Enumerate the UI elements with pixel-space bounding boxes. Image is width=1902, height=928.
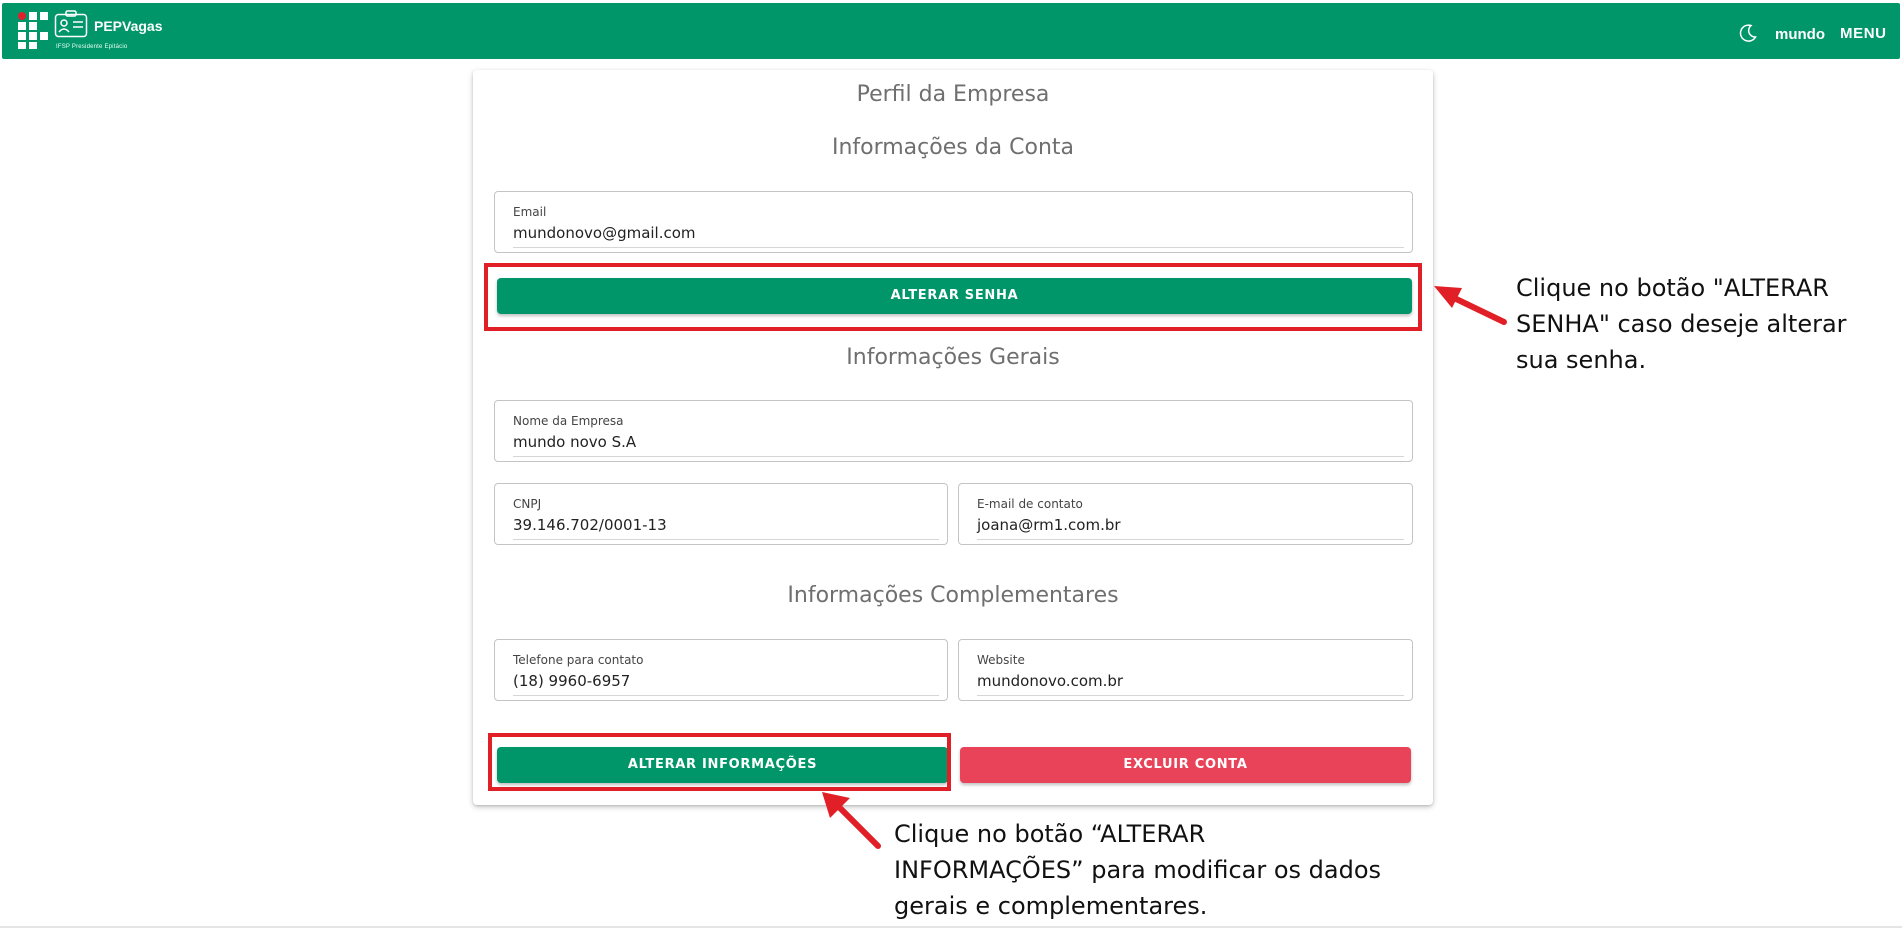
company-name-field[interactable]: Nome da Empresa mundo novo S.A	[494, 400, 1413, 462]
email-field[interactable]: Email mundonovo@gmail.com	[494, 191, 1413, 253]
contact-email-label: E-mail de contato	[977, 497, 1083, 511]
top-app-bar: PEPVagas IFSP Presidente Epitácio mundo …	[2, 3, 1900, 59]
page-title: Perfil da Empresa	[856, 82, 1050, 107]
email-label: Email	[513, 205, 547, 219]
website-value: mundonovo.com.br	[977, 672, 1124, 690]
arrow-icon	[1434, 286, 1507, 325]
website-label: Website	[977, 653, 1025, 667]
company-profile-card: Perfil da Empresa Informações da Conta E…	[473, 70, 1433, 805]
note-line: Clique no botão “ALTERAR	[894, 820, 1206, 848]
company-name-value: mundo novo S.A	[513, 433, 637, 451]
note-line: sua senha.	[1516, 346, 1647, 374]
brand-subtitle: IFSP Presidente Epitácio	[56, 44, 128, 50]
update-info-highlight	[488, 733, 951, 791]
note-line: SENHA" caso deseje alterar	[1516, 310, 1847, 338]
id-badge-icon	[54, 10, 88, 38]
phone-field[interactable]: Telefone para contato (18) 9960-6957	[494, 639, 948, 701]
complementary-section-title: Informações Complementares	[787, 583, 1119, 608]
cnpj-label: CNPJ	[513, 497, 542, 511]
website-field[interactable]: Website mundonovo.com.br	[958, 639, 1413, 701]
contact-email-field[interactable]: E-mail de contato joana@rm1.com.br	[958, 483, 1413, 545]
change-password-highlight	[484, 263, 1422, 331]
note-line: INFORMAÇÕES” para modificar os dados	[894, 856, 1382, 884]
email-value: mundonovo@gmail.com	[513, 224, 696, 242]
contact-email-value: joana@rm1.com.br	[977, 516, 1121, 534]
company-name-label: Nome da Empresa	[513, 414, 624, 428]
update-info-note: Clique no botão “ALTERAR INFORMAÇÕES” pa…	[894, 816, 1381, 924]
change-password-note: Clique no botão "ALTERAR SENHA" caso des…	[1516, 270, 1847, 378]
dark-mode-toggle-icon[interactable]	[1738, 23, 1758, 43]
note-line: gerais e complementares.	[894, 892, 1208, 920]
note-line: Clique no botão "ALTERAR	[1516, 274, 1829, 302]
brand-title[interactable]: PEPVagas	[94, 18, 163, 34]
phone-value: (18) 9960-6957	[513, 672, 631, 690]
account-section-title: Informações da Conta	[831, 135, 1075, 160]
phone-label: Telefone para contato	[513, 653, 644, 667]
menu-button[interactable]: MENU	[1840, 25, 1887, 42]
arrow-icon	[822, 792, 881, 849]
ifsp-logo-icon	[18, 12, 49, 49]
delete-account-button[interactable]: EXCLUIR CONTA	[960, 747, 1411, 783]
general-section-title: Informações Gerais	[846, 345, 1060, 370]
cnpj-value: 39.146.702/0001-13	[513, 516, 667, 534]
cnpj-field[interactable]: CNPJ 39.146.702/0001-13	[494, 483, 948, 545]
user-menu-name[interactable]: mundo	[1775, 26, 1825, 43]
